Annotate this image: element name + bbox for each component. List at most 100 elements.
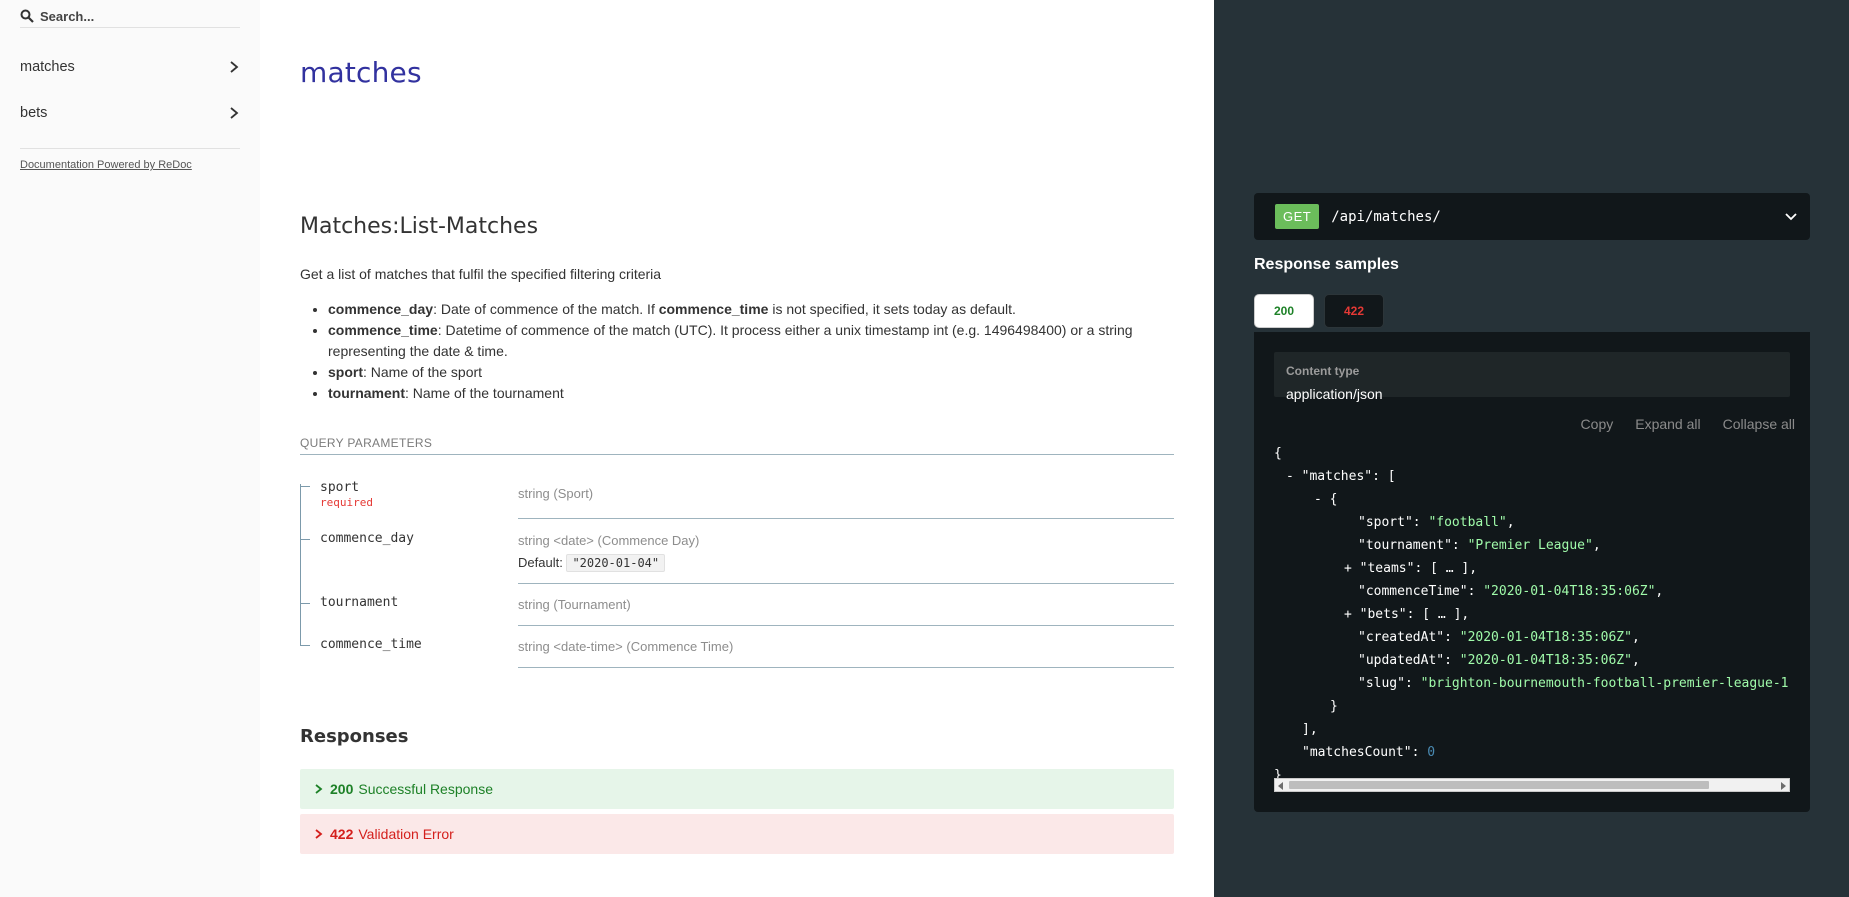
sidebar-item-label: bets [20, 105, 48, 121]
collapse-all-button[interactable]: Collapse all [1718, 416, 1800, 432]
param-row-sport: sport required string (Sport) [300, 480, 1174, 524]
param-default: Default: "2020-01-04" [518, 554, 1174, 572]
search-box [20, 4, 240, 28]
copy-button[interactable]: Copy [1576, 416, 1619, 432]
content-type-value: application/json [1286, 386, 1383, 402]
tab-200[interactable]: 200 [1254, 294, 1314, 328]
response-samples-title: Response samples [1254, 256, 1399, 273]
chevron-right-icon [230, 107, 239, 119]
json-key: "teams" [1359, 561, 1415, 576]
bullet-text: : Name of the sport [363, 364, 483, 380]
response-200-toggle[interactable]: 200 Successful Response [300, 769, 1174, 809]
json-string: "Premier League" [1467, 538, 1593, 553]
tree-line [300, 484, 301, 524]
json-line: "matchesCount": 0 [1302, 745, 1436, 760]
bullet-inline-bold: commence_time [658, 301, 769, 317]
content-type-select[interactable]: Content type application/json [1274, 352, 1790, 402]
endpoint-toggle[interactable]: GET /api/matches/ [1254, 193, 1810, 240]
response-422-toggle[interactable]: 422 Validation Error [300, 814, 1174, 854]
json-string: "2020-01-04T18:35:06Z" [1459, 630, 1632, 645]
param-row-commence-day: commence_day string <date> (Commence Day… [300, 524, 1174, 588]
powered-by-link[interactable]: Documentation Powered by ReDoc [20, 159, 240, 171]
json-punct: [ [1387, 469, 1396, 484]
tree-line [300, 631, 301, 645]
json-key: "createdAt" [1358, 630, 1445, 645]
list-item: commence_time: Datetime of commence of t… [328, 320, 1180, 362]
endpoint-path: /api/matches/ [1331, 208, 1441, 225]
json-key: "commenceTime" [1358, 584, 1468, 599]
json-string: "football" [1428, 515, 1507, 530]
json-punct: ], [1302, 722, 1318, 737]
response-code: 200 [330, 781, 354, 797]
response-label: Validation Error [358, 826, 454, 842]
redoc-app: matches bets Documentation Powered by Re… [0, 0, 1849, 897]
bullet-name: commence_day [328, 301, 434, 317]
json-punct: { [1329, 492, 1338, 507]
collapse-toggle[interactable]: - [1314, 492, 1322, 507]
json-collapsed[interactable]: [ … ] [1422, 607, 1461, 622]
param-name: sport [320, 480, 360, 495]
horizontal-scrollbar[interactable] [1274, 778, 1790, 792]
json-punct: { [1274, 446, 1282, 461]
search-icon [20, 9, 34, 23]
scroll-right-icon[interactable] [1781, 782, 1786, 790]
bullet-text: : Datetime of commence of the match (UTC… [328, 322, 1133, 359]
json-string: "brighton-bournemouth-football-premier-l… [1420, 676, 1789, 691]
param-name: commence_time [320, 637, 422, 652]
operation-description: Get a list of matches that fulfil the sp… [300, 264, 1180, 404]
sample-actions: Copy Expand all Collapse all [1576, 416, 1800, 432]
sidebar-nav: matches bets [0, 44, 260, 136]
tab-422[interactable]: 422 [1324, 294, 1384, 328]
content-type-label: Content type [1286, 364, 1360, 378]
default-value: "2020-01-04" [566, 554, 666, 572]
bullet-text: is not specified, it sets today as defau… [768, 301, 1016, 317]
tree-tick [300, 603, 310, 604]
response-sample-panel: Content type application/json Copy Expan… [1254, 332, 1810, 812]
method-badge: GET [1275, 204, 1320, 229]
sidebar-divider [20, 148, 240, 149]
param-name: commence_day [320, 531, 414, 546]
json-line: "updatedAt": "2020-01-04T18:35:06Z", [1358, 653, 1640, 668]
sidebar: matches bets Documentation Powered by Re… [0, 0, 260, 897]
list-item: tournament: Name of the tournament [328, 383, 1180, 404]
tree-tick [300, 486, 310, 487]
json-line: "sport": "football", [1358, 515, 1515, 530]
response-label: Successful Response [358, 781, 493, 797]
expand-toggle[interactable]: + [1344, 607, 1352, 622]
collapse-toggle[interactable]: - [1286, 469, 1294, 484]
description-list: commence_day: Date of commence of the ma… [300, 299, 1180, 404]
query-params-header: QUERY PARAMETERS [300, 436, 1174, 455]
sidebar-item-bets[interactable]: bets [0, 90, 260, 136]
json-string: "2020-01-04T18:35:06Z" [1459, 653, 1632, 668]
search-input[interactable] [40, 6, 240, 26]
json-key: "matchesCount" [1302, 745, 1412, 760]
json-line: + "teams": [ … ], [1344, 561, 1478, 576]
expand-all-button[interactable]: Expand all [1630, 416, 1705, 432]
json-line: "slug": "brighton-bournemouth-football-p… [1358, 676, 1789, 691]
json-collapsed[interactable]: [ … ] [1430, 561, 1469, 576]
response-code: 422 [330, 826, 354, 842]
bullet-name: tournament [328, 385, 405, 401]
json-punct: } [1330, 699, 1338, 714]
param-name: tournament [320, 595, 399, 610]
json-line: "tournament": "Premier League", [1358, 538, 1601, 553]
sidebar-item-matches[interactable]: matches [0, 44, 260, 90]
tree-tick [300, 645, 310, 646]
json-sample: { - "matches": [ - { "sport": "football"… [1274, 442, 1790, 778]
param-info: string (Tournament) [518, 597, 1174, 626]
json-punct: } [1274, 768, 1282, 778]
json-key: "sport" [1358, 515, 1413, 530]
bullet-name: commence_time [328, 322, 438, 338]
tag-title[interactable]: matches [300, 56, 422, 89]
sidebar-item-label: matches [20, 59, 75, 75]
expand-toggle[interactable]: + [1344, 561, 1352, 576]
tree-line [300, 524, 301, 588]
param-info: string (Sport) [518, 486, 1174, 519]
param-info: string <date-time> (Commence Time) [518, 639, 1174, 668]
scrollbar-thumb[interactable] [1289, 781, 1709, 789]
scroll-left-icon[interactable] [1278, 782, 1283, 790]
json-key: "matches" [1301, 469, 1373, 484]
tree-tick [300, 539, 310, 540]
param-type: string <date-time> (Commence Time) [518, 639, 734, 654]
json-line: { [1274, 442, 1282, 465]
